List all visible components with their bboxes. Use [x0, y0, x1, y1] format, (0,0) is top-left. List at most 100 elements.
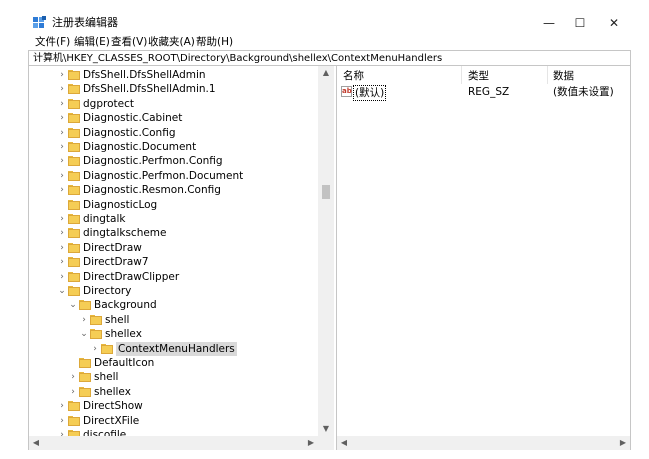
tree-item[interactable]: › Diagnostic.Cabinet [29, 111, 319, 125]
folder-icon [68, 228, 80, 239]
tree-item-label: DfsShell.DfsShellAdmin.1 [83, 83, 216, 96]
menu-favorites[interactable]: 收藏夹(A) [148, 34, 195, 50]
chevron-right-icon[interactable]: › [68, 385, 78, 399]
column-divider[interactable] [461, 66, 462, 84]
chevron-right-icon[interactable]: › [57, 183, 67, 197]
tree-item-label: Diagnostic.Document [83, 141, 197, 153]
folder-icon [68, 113, 80, 124]
chevron-down-icon[interactable]: ⌄ [79, 327, 89, 341]
tree-item[interactable]: › Diagnostic.Perfmon.Config [29, 154, 319, 168]
tree-item[interactable]: ⌄ Directory [29, 284, 319, 298]
chevron-right-icon[interactable]: › [57, 399, 67, 413]
column-header-type[interactable]: 类型 [468, 69, 489, 83]
chevron-right-icon[interactable]: › [57, 169, 67, 183]
tree-item[interactable]: › ContextMenuHandlers [29, 341, 319, 356]
tree-vertical-scrollbar[interactable]: ▲ ▼ [318, 66, 334, 436]
folder-icon [68, 142, 80, 152]
menu-view[interactable]: 查看(V) [111, 34, 147, 50]
tree-item[interactable]: ⌄ shellex [29, 327, 319, 341]
tree-item[interactable]: › DirectDrawClipper [29, 270, 319, 284]
value-type: REG_SZ [468, 86, 510, 98]
chevron-right-icon[interactable]: › [57, 140, 67, 154]
scroll-left-icon[interactable]: ◀ [29, 436, 43, 450]
tree-item-label: ContextMenuHandlers [116, 341, 237, 356]
address-path: 计算机\HKEY_CLASSES_ROOT\Directory\Backgrou… [33, 53, 443, 64]
tree-item-label: dingtalk [83, 213, 126, 225]
chevron-right-icon[interactable]: › [57, 126, 67, 140]
tree-item[interactable]: › DirectDraw7 [29, 255, 319, 269]
scroll-right-icon[interactable]: ▶ [616, 436, 630, 450]
close-button[interactable]: ✕ [599, 12, 629, 34]
key-tree[interactable]: › DfsShell.DfsShellAdmin › DfsShell.DfsShel… [28, 66, 334, 450]
chevron-right-icon[interactable]: › [68, 370, 78, 384]
chevron-down-icon[interactable]: ⌄ [57, 284, 67, 298]
chevron-right-icon[interactable]: › [57, 414, 67, 428]
chevron-right-icon[interactable]: › [79, 313, 89, 327]
window-title: 注册表编辑器 [52, 16, 118, 29]
value-row[interactable]: ab (默认) REG_SZ (数值未设置) [337, 85, 632, 101]
tree-item[interactable]: › Diagnostic.Resmon.Config [29, 183, 319, 197]
tree-item-label: DirectShow [83, 400, 143, 413]
tree-item[interactable]: › DfsShell.DfsShellAdmin.1 [29, 82, 319, 96]
maximize-button[interactable]: ☐ [565, 12, 595, 34]
chevron-right-icon[interactable]: › [57, 255, 67, 269]
tree-item[interactable]: › Diagnostic.Config [29, 126, 319, 140]
tree-item[interactable]: DefaultIcon [29, 356, 319, 370]
chevron-right-icon[interactable]: › [57, 82, 67, 96]
chevron-right-icon [68, 356, 78, 370]
tree-item[interactable]: › shell [29, 313, 319, 327]
tree-item[interactable]: › Diagnostic.Perfmon.Document [29, 169, 319, 183]
menu-edit[interactable]: 编辑(E) [74, 34, 110, 50]
chevron-right-icon[interactable]: › [57, 154, 67, 168]
folder-icon [68, 84, 80, 95]
tree-item[interactable]: › dgprotect [29, 97, 319, 111]
folder-icon [90, 329, 102, 340]
scroll-thumb[interactable] [322, 185, 330, 199]
chevron-down-icon[interactable]: ⌄ [68, 298, 78, 312]
chevron-right-icon[interactable]: › [57, 68, 67, 82]
scroll-down-icon[interactable]: ▼ [318, 422, 334, 436]
menu-help[interactable]: 帮助(H) [196, 34, 233, 50]
chevron-right-icon[interactable]: › [57, 212, 67, 226]
folder-icon [68, 214, 80, 224]
scroll-right-icon[interactable]: ▶ [304, 436, 318, 450]
folder-icon [68, 199, 80, 210]
tree-item[interactable]: › DirectXFile [29, 414, 319, 428]
tree-item[interactable]: › dingtalkscheme [29, 226, 319, 240]
chevron-right-icon[interactable]: › [57, 97, 67, 111]
scroll-up-icon[interactable]: ▲ [318, 66, 334, 80]
folder-icon [68, 242, 80, 253]
folder-icon [68, 156, 80, 167]
tree-item-label: Directory [83, 285, 132, 297]
column-header-data[interactable]: 数据 [553, 69, 574, 83]
tree-item[interactable]: DiagnosticLog [29, 198, 319, 212]
tree-item[interactable]: › DirectShow [29, 399, 319, 413]
minimize-button[interactable]: — [534, 12, 564, 34]
chevron-right-icon[interactable]: › [57, 241, 67, 255]
tree-item-label: dingtalkscheme [83, 227, 167, 240]
tree-item-label: Diagnostic.Perfmon.Config [83, 155, 223, 168]
tree-item[interactable]: › Diagnostic.Document [29, 140, 319, 154]
tree-item[interactable]: › shellex [29, 385, 319, 399]
tree-item-label: DirectXFile [83, 414, 140, 427]
menu-file[interactable]: 文件(F) [35, 34, 70, 50]
folder-icon [79, 386, 91, 397]
column-header-name[interactable]: 名称 [343, 69, 364, 83]
tree-horizontal-scrollbar[interactable]: ◀ ▶ [29, 436, 318, 450]
scroll-left-icon[interactable]: ◀ [337, 436, 351, 450]
address-bar[interactable]: 计算机\HKEY_CLASSES_ROOT\Directory\Backgrou… [28, 50, 631, 66]
tree-item[interactable]: › dingtalk [29, 212, 319, 226]
chevron-right-icon[interactable]: › [90, 342, 100, 356]
tree-item[interactable]: › DirectDraw [29, 241, 319, 255]
tree-item[interactable]: ⌄ Background [29, 298, 319, 312]
values-horizontal-scrollbar[interactable]: ◀ ▶ [337, 436, 630, 450]
value-list[interactable]: 名称 类型 数据 ab (默认) REG_SZ (数值未设置) ◀ ▶ [336, 66, 631, 450]
chevron-right-icon[interactable]: › [57, 226, 67, 240]
chevron-right-icon[interactable]: › [57, 270, 67, 284]
tree-item[interactable]: › shell [29, 370, 319, 384]
tree-item[interactable]: › DfsShell.DfsShellAdmin [29, 68, 319, 82]
chevron-right-icon[interactable]: › [57, 111, 67, 125]
folder-icon [90, 314, 102, 325]
column-divider[interactable] [547, 66, 548, 84]
tree-item-label: DiagnosticLog [83, 198, 158, 211]
